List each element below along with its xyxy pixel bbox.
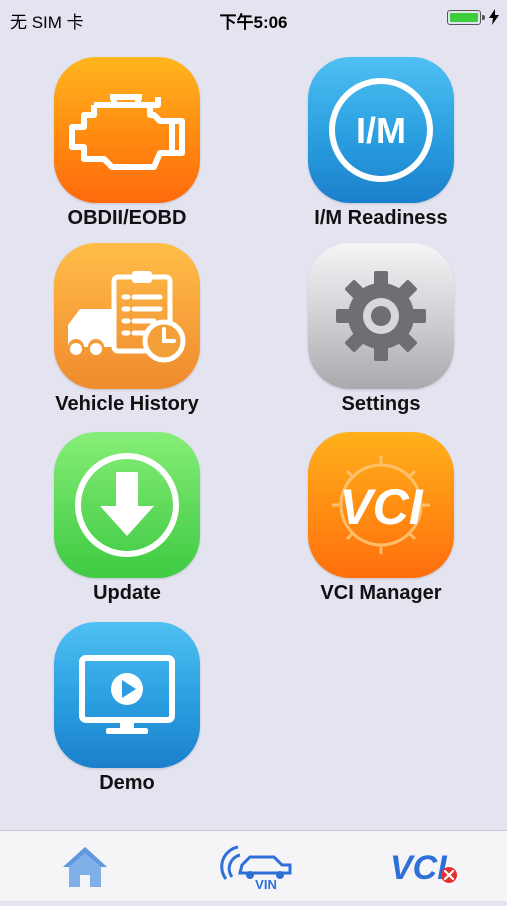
tile-vci-manager[interactable]: VCI VCI Manager xyxy=(281,432,481,605)
main-menu-grid: OBDII/EOBD I/M I/M Readiness Vehicle His… xyxy=(0,0,507,830)
tile-obdii-eobd[interactable]: OBDII/EOBD xyxy=(27,57,227,230)
tile-label: Demo xyxy=(99,772,155,794)
vin-car-icon: VIN xyxy=(220,845,292,892)
im-badge-text: I/M xyxy=(356,110,406,151)
tile-label: Update xyxy=(93,582,161,604)
download-arrow-icon xyxy=(75,453,179,557)
tile-settings[interactable]: Settings xyxy=(281,243,481,416)
vin-text: VIN xyxy=(255,877,277,892)
bottom-tab-bar: VIN VCI xyxy=(0,830,507,901)
engine-icon xyxy=(69,94,185,170)
gear-icon xyxy=(336,271,426,361)
vci-icon-text: VCI xyxy=(339,479,423,535)
tab-vin[interactable]: VIN xyxy=(210,831,300,901)
tile-label: OBDII/EOBD xyxy=(67,207,187,229)
tab-vci[interactable]: VCI xyxy=(386,831,466,901)
vci-tab-text: VCI xyxy=(390,849,448,887)
vci-disconnected-icon: VCI xyxy=(390,849,457,887)
im-badge-icon: I/M xyxy=(329,78,433,182)
monitor-play-icon xyxy=(79,655,175,734)
tile-demo[interactable]: Demo xyxy=(27,622,227,795)
vehicle-history-icon xyxy=(68,271,186,363)
tile-label: I/M Readiness xyxy=(314,207,448,229)
im-readiness-icon-box[interactable]: I/M xyxy=(308,57,454,203)
vci-manager-icon-box[interactable]: VCI xyxy=(308,432,454,578)
vehicle-history-icon-box[interactable] xyxy=(54,243,200,389)
vci-icon: VCI xyxy=(332,456,430,554)
home-icon xyxy=(63,847,107,887)
obdii-icon-box[interactable] xyxy=(54,57,200,203)
tile-label: Settings xyxy=(341,393,421,415)
settings-icon-box[interactable] xyxy=(308,243,454,389)
tile-label: Vehicle History xyxy=(55,393,199,415)
tile-vehicle-history[interactable]: Vehicle History xyxy=(27,243,227,416)
tile-label: VCI Manager xyxy=(320,582,442,604)
tile-im-readiness[interactable]: I/M I/M Readiness xyxy=(281,57,481,230)
tile-update[interactable]: Update xyxy=(27,432,227,605)
tab-home[interactable] xyxy=(55,831,115,901)
update-icon-box[interactable] xyxy=(54,432,200,578)
demo-icon-box[interactable] xyxy=(54,622,200,768)
